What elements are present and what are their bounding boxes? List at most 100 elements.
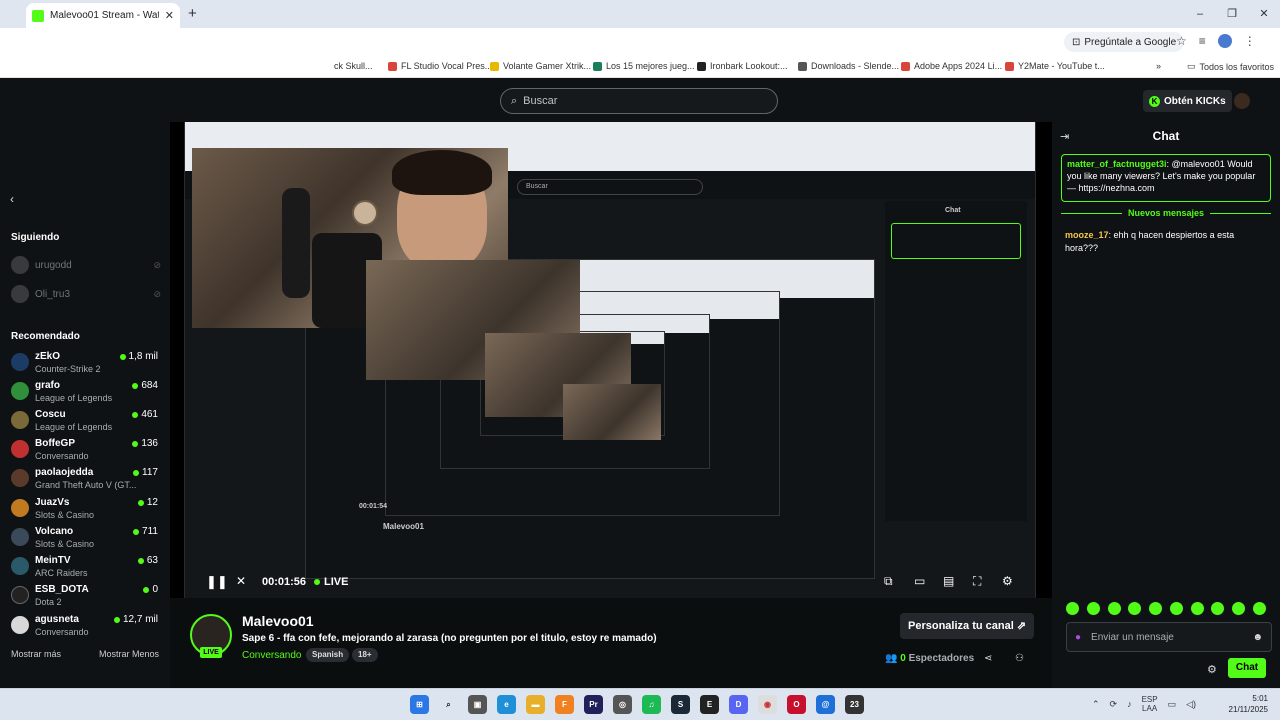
bookmark-item[interactable]: Y2Mate - YouTube t... xyxy=(1005,61,1105,71)
app-icon[interactable]: ◎ xyxy=(613,695,632,714)
recommended-channel[interactable]: ESB_DOTA Dota 2 0 xyxy=(11,584,161,612)
restore-button[interactable]: ❐ xyxy=(1216,0,1248,28)
start-icon[interactable]: ⊞ xyxy=(410,695,429,714)
language-indicator[interactable]: ESP LAA xyxy=(1142,695,1158,713)
customize-channel-button[interactable]: Personaliza tu canal ⇗ xyxy=(900,613,1035,639)
bookmark-item[interactable]: Volante Gamer Xtrik... xyxy=(490,61,591,71)
emote-icon[interactable] xyxy=(1086,602,1100,615)
browser-tab[interactable]: Malevoo01 Stream - Watch Live ✕ xyxy=(26,3,180,28)
theater-mode-icon[interactable]: ▭ xyxy=(914,574,925,588)
window-controls: – ❐ ✕ xyxy=(1184,0,1280,28)
search-input[interactable] xyxy=(523,95,744,107)
add-user-icon[interactable]: ⚇ xyxy=(1015,653,1024,664)
send-chat-button[interactable]: Chat xyxy=(1228,658,1266,678)
taskbar-clock[interactable]: 5:01 21/11/2025 xyxy=(1220,693,1268,715)
file-explorer-icon[interactable]: ▬ xyxy=(526,695,545,714)
share-icon[interactable]: ⋖ xyxy=(984,653,992,664)
chrome-icon[interactable]: ◉ xyxy=(758,695,777,714)
tab-close-icon[interactable]: ✕ xyxy=(165,9,174,22)
streamer-name[interactable]: Malevoo01 xyxy=(242,613,314,629)
epic-games-icon[interactable]: E xyxy=(700,695,719,714)
fl-studio-icon[interactable]: F xyxy=(555,695,574,714)
tag-language[interactable]: Spanish xyxy=(306,648,350,662)
settings-icon[interactable]: ⚙ xyxy=(1002,574,1013,588)
recommended-channel[interactable]: Coscu League of Legends 461 xyxy=(11,409,161,437)
recommended-channel[interactable]: MeinTV ARC Raiders 63 xyxy=(11,555,161,583)
app-badge-icon[interactable]: 23 xyxy=(845,695,864,714)
show-more-button[interactable]: Mostrar más xyxy=(11,649,61,659)
tag-mature[interactable]: 18+ xyxy=(352,648,378,662)
chat-input[interactable] xyxy=(1091,631,1243,643)
bookmark-item[interactable]: Ironbark Lookout:... xyxy=(697,61,788,71)
menu-icon[interactable]: ⋮ xyxy=(1244,34,1256,48)
emote-icon[interactable] xyxy=(1066,602,1079,615)
edge-icon[interactable]: e xyxy=(497,695,516,714)
following-item[interactable]: Oli_tru3 ⊘ xyxy=(11,285,161,303)
close-window-button[interactable]: ✕ xyxy=(1248,0,1280,28)
bookmarks-more-button[interactable]: » xyxy=(1156,61,1161,71)
ask-google-button[interactable]: ⊡ Pregúntale a Google xyxy=(1064,32,1185,52)
recommended-channel[interactable]: BoffeGP Conversando 136 xyxy=(11,438,161,466)
new-tab-button[interactable]: + xyxy=(188,5,197,22)
opera-icon[interactable]: O xyxy=(787,695,806,714)
bookmark-item[interactable]: Downloads - Slende... xyxy=(798,61,899,71)
bookmark-item[interactable]: FL Studio Vocal Pres... xyxy=(388,61,492,71)
star-icon[interactable]: ☆ xyxy=(1176,34,1187,48)
search-bar[interactable]: ⌕ xyxy=(500,88,778,114)
clip-icon[interactable]: ▤ xyxy=(943,574,954,588)
minimize-button[interactable]: – xyxy=(1184,0,1216,28)
task-view-icon[interactable]: ▣ xyxy=(468,695,487,714)
search-taskbar-icon[interactable]: ⌕ xyxy=(439,695,458,714)
recommended-channel[interactable]: JuazVs Slots & Casino 12 xyxy=(11,497,161,525)
stream-category[interactable]: Conversando xyxy=(242,650,301,661)
chat-settings-icon[interactable]: ⚙ xyxy=(1207,663,1217,676)
microphone-icon[interactable]: ● xyxy=(1075,632,1081,643)
emote-icon[interactable] xyxy=(1252,602,1266,615)
bookmark-item[interactable]: Adobe Apps 2024 Li... xyxy=(901,61,1002,71)
spotify-icon[interactable]: ♫ xyxy=(642,695,661,714)
sync-icon[interactable]: ⟳ xyxy=(1110,699,1118,710)
discord-icon[interactable]: D xyxy=(729,695,748,714)
recommended-channel[interactable]: Volcano Slots & Casino 711 xyxy=(11,526,161,554)
emote-icon[interactable] xyxy=(1190,602,1204,615)
pinned-username[interactable]: matter_of_factnugget3i xyxy=(1067,159,1167,169)
show-less-button[interactable]: Mostrar Menos xyxy=(99,649,159,659)
chat-input-box[interactable]: ● ☻ xyxy=(1066,622,1272,652)
picture-in-picture-icon[interactable]: ⧉ xyxy=(884,574,893,589)
chevron-up-icon[interactable]: ⌃ xyxy=(1092,699,1100,710)
emote-icon[interactable] xyxy=(1149,602,1163,615)
emote-icon[interactable] xyxy=(1232,602,1246,615)
recommended-channel[interactable]: paolaojedda Grand Theft Auto V (GT... 11… xyxy=(11,467,161,495)
network-icon[interactable]: ▭ xyxy=(1168,699,1177,710)
profile-icon[interactable] xyxy=(1217,34,1232,48)
emote-icon[interactable] xyxy=(1128,602,1142,615)
channel-name: BoffeGP xyxy=(35,438,75,449)
recommended-channel[interactable]: agusneta Conversando 12,7 mil xyxy=(11,614,161,642)
offline-icon: ⊘ xyxy=(153,288,161,299)
emote-icon[interactable] xyxy=(1169,602,1183,615)
bookmark-item[interactable]: ck Skull... xyxy=(334,61,373,71)
get-kicks-button[interactable]: K Obtén KICKs xyxy=(1143,90,1232,112)
media-icon[interactable]: ≡ xyxy=(1199,34,1206,48)
all-favorites-button[interactable]: ▭ Todos los favoritos xyxy=(1187,61,1274,72)
video-player[interactable]: Buscar Chat Malevoo01 00:01:54 ❚❚ ✕ 00:0… xyxy=(170,122,1052,598)
following-item[interactable]: urugodd ⊘ xyxy=(11,256,161,274)
fullscreen-icon[interactable]: ⛶ xyxy=(973,574,981,589)
premiere-icon[interactable]: Pr xyxy=(584,695,603,714)
steam-icon[interactable]: S xyxy=(671,695,690,714)
bookmark-item[interactable]: Los 15 mejores jueg... xyxy=(593,61,695,71)
emote-icon[interactable] xyxy=(1107,602,1121,615)
volume-icon[interactable]: ◁) xyxy=(1186,699,1196,710)
emote-icon[interactable] xyxy=(1211,602,1225,615)
user-avatar[interactable] xyxy=(1234,93,1250,109)
pause-icon[interactable]: ❚❚ xyxy=(206,574,228,590)
recommended-channel[interactable]: zEkO Counter-Strike 2 1,8 mil xyxy=(11,351,161,379)
emoji-picker-icon[interactable]: ☻ xyxy=(1252,632,1263,643)
mute-icon[interactable]: ✕ xyxy=(236,574,246,588)
mic-tray-icon[interactable]: ♪ xyxy=(1127,699,1132,709)
live-indicator[interactable]: LIVE xyxy=(314,576,348,588)
recommended-channel[interactable]: grafo League of Legends 684 xyxy=(11,380,161,408)
app-icon[interactable]: @ xyxy=(816,695,835,714)
message-username[interactable]: mooze_17 xyxy=(1065,230,1109,240)
collapse-sidebar-icon[interactable]: ‹ xyxy=(10,192,14,206)
